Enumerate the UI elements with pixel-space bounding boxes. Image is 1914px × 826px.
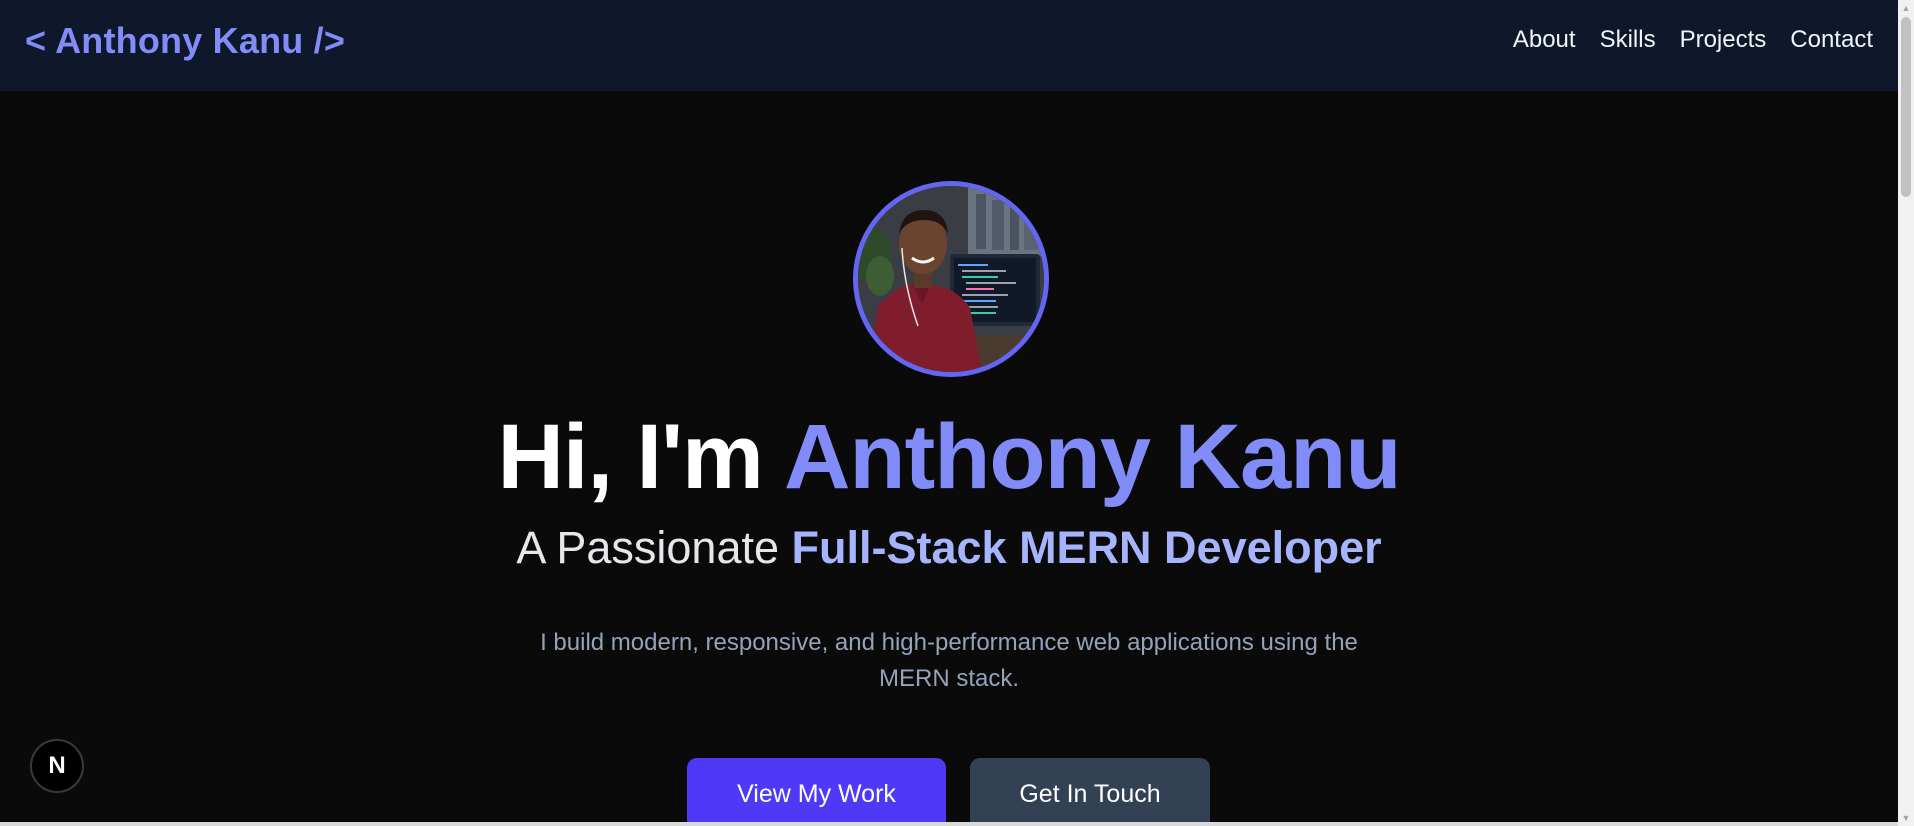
nav-link-skills[interactable]: Skills (1600, 26, 1656, 54)
bottom-divider (0, 822, 1898, 826)
hero-subtitle-prefix: A Passionate (516, 522, 792, 573)
site-logo[interactable]: < Anthony Kanu /> (25, 20, 345, 62)
nav-link-contact[interactable]: Contact (1790, 26, 1873, 54)
hero-subtitle: A Passionate Full-Stack MERN Developer (0, 522, 1898, 574)
next-dev-indicator-icon[interactable]: N (30, 739, 84, 793)
nav-link-projects[interactable]: Projects (1680, 26, 1767, 54)
scroll-down-arrow-icon[interactable]: ▼ (1898, 810, 1914, 826)
portfolio-page: < Anthony Kanu /> About Skills Projects … (0, 0, 1914, 826)
view-my-work-button[interactable]: View My Work (687, 758, 946, 826)
get-in-touch-button[interactable]: Get In Touch (970, 758, 1210, 826)
hero-description: I build modern, responsive, and high-per… (540, 629, 1358, 692)
profile-photo (853, 181, 1049, 377)
nav-link-about[interactable]: About (1513, 26, 1576, 54)
main-nav: About Skills Projects Contact (1489, 26, 1873, 54)
site-header: < Anthony Kanu /> About Skills Projects … (0, 0, 1898, 91)
hero-headline: Hi, I'm Anthony Kanu (0, 405, 1898, 510)
scrollbar-thumb[interactable] (1901, 17, 1911, 197)
scroll-up-arrow-icon[interactable]: ▲ (1898, 0, 1914, 16)
hero-name: Anthony Kanu (783, 406, 1402, 508)
hero-subtitle-highlight: Full-Stack MERN Developer (791, 522, 1382, 573)
page-scrollbar[interactable]: ▲ ▼ (1898, 0, 1914, 826)
hero-greeting: Hi, I'm (497, 406, 784, 508)
profile-portrait-image (858, 186, 1044, 372)
